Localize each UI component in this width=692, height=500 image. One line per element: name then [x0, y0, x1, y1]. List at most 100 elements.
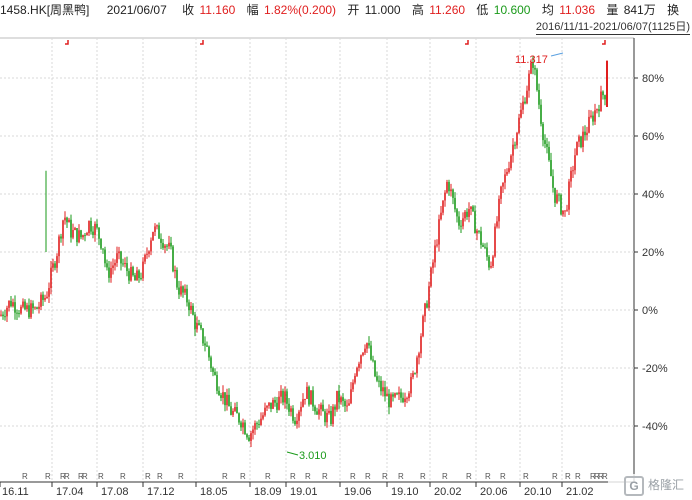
candle-body — [188, 302, 190, 311]
candle-body — [410, 377, 412, 394]
candle-body — [600, 91, 602, 112]
candle-body — [598, 109, 600, 112]
candle-body — [198, 323, 200, 326]
candle-body — [568, 181, 570, 210]
candle-body — [596, 109, 598, 111]
candle-body — [332, 406, 334, 424]
candle-body — [78, 230, 80, 243]
y-tick-label: 80% — [642, 73, 664, 85]
event-marker: R — [120, 472, 126, 481]
candle-body — [310, 390, 312, 405]
candle-body — [82, 235, 84, 238]
candle-body — [292, 408, 294, 421]
candle-body — [514, 144, 516, 146]
candle-body — [510, 155, 512, 169]
candle-body — [380, 380, 382, 392]
candle-body — [244, 422, 246, 435]
candle-body — [570, 170, 572, 182]
candle-body — [62, 220, 64, 239]
candle-body — [76, 228, 78, 243]
price-chart[interactable]: 80% 60% 40% 20% 0% -20% -40% 16.11 17.04 17.08 17… — [0, 0, 692, 500]
candle-body — [86, 233, 88, 236]
candle-body — [246, 434, 248, 438]
candle-body — [334, 406, 336, 410]
candle-body — [574, 155, 576, 171]
y-axis: 80% 60% 40% 20% 0% -20% -40% — [634, 73, 668, 433]
event-marker: R — [500, 472, 506, 481]
flag-marker — [200, 40, 204, 45]
candle-body — [218, 390, 220, 396]
candle-body — [160, 238, 162, 243]
event-marker: R — [157, 472, 163, 481]
candle-body — [262, 415, 264, 419]
candle-body — [432, 262, 434, 268]
candle-body — [216, 374, 218, 391]
candle-body — [0, 314, 2, 316]
candle-body — [304, 398, 306, 400]
candle-body — [100, 238, 102, 249]
candle-body — [274, 399, 276, 403]
candle-body — [290, 408, 292, 412]
candle-body — [342, 397, 344, 401]
candle-body — [326, 412, 328, 423]
candle-body — [286, 391, 288, 404]
candle-body — [494, 226, 496, 257]
candle-body — [194, 314, 196, 330]
x-tick-label: 21.02 — [566, 486, 594, 498]
candle-body — [478, 230, 480, 232]
candle-body — [112, 265, 114, 269]
candle-body — [28, 305, 30, 318]
candle-body — [406, 398, 408, 400]
candle-body — [256, 423, 258, 425]
candle-body — [340, 397, 342, 403]
candle-body — [80, 230, 82, 238]
candle-body — [344, 400, 346, 407]
candle-body — [528, 73, 530, 91]
candle-body — [578, 136, 580, 142]
candle-body — [214, 371, 216, 375]
candle-body — [538, 90, 540, 105]
candle-body — [346, 405, 348, 407]
candle-body — [158, 225, 160, 239]
candle-body — [536, 69, 538, 91]
candle-body — [240, 422, 242, 428]
candle-body — [298, 411, 300, 421]
candle-body — [248, 437, 250, 442]
candle-body — [118, 251, 120, 254]
y-tick-label: 40% — [642, 189, 664, 201]
candle-body — [254, 423, 256, 430]
candle-body — [308, 386, 310, 405]
candle-body — [586, 132, 588, 136]
candle-body — [368, 343, 370, 346]
candle-body — [450, 189, 452, 192]
candle-body — [306, 386, 308, 399]
candle-body — [416, 357, 418, 374]
event-marker: R — [575, 472, 581, 481]
x-axis: 16.11 17.04 17.08 17.12 18.05 18.09 19.01 19.06… — [0, 472, 608, 498]
annotations: 11.317 3.010 — [65, 40, 606, 462]
candle-body — [336, 390, 338, 410]
candle-body — [222, 392, 224, 398]
candle-body — [390, 394, 392, 408]
candle-body — [106, 263, 108, 268]
candle-body — [552, 176, 554, 188]
candle-body — [220, 395, 222, 398]
candle-body — [438, 219, 440, 245]
candle-body — [192, 305, 194, 315]
candle-body — [420, 336, 422, 354]
candle-body — [558, 194, 560, 196]
candle-body — [354, 375, 356, 383]
candle-body — [414, 373, 416, 375]
candle-body — [66, 217, 68, 223]
x-tick-label: 16.11 — [2, 486, 29, 498]
candle-body — [590, 115, 592, 117]
candle-body — [436, 244, 438, 246]
candle-body — [524, 101, 526, 104]
candle-body — [472, 206, 474, 212]
candle-body — [116, 253, 118, 263]
candle-body — [448, 181, 450, 192]
candle-body — [26, 305, 28, 310]
candle-body — [398, 392, 400, 395]
candle-body — [442, 200, 444, 213]
event-marker: R — [222, 472, 228, 481]
